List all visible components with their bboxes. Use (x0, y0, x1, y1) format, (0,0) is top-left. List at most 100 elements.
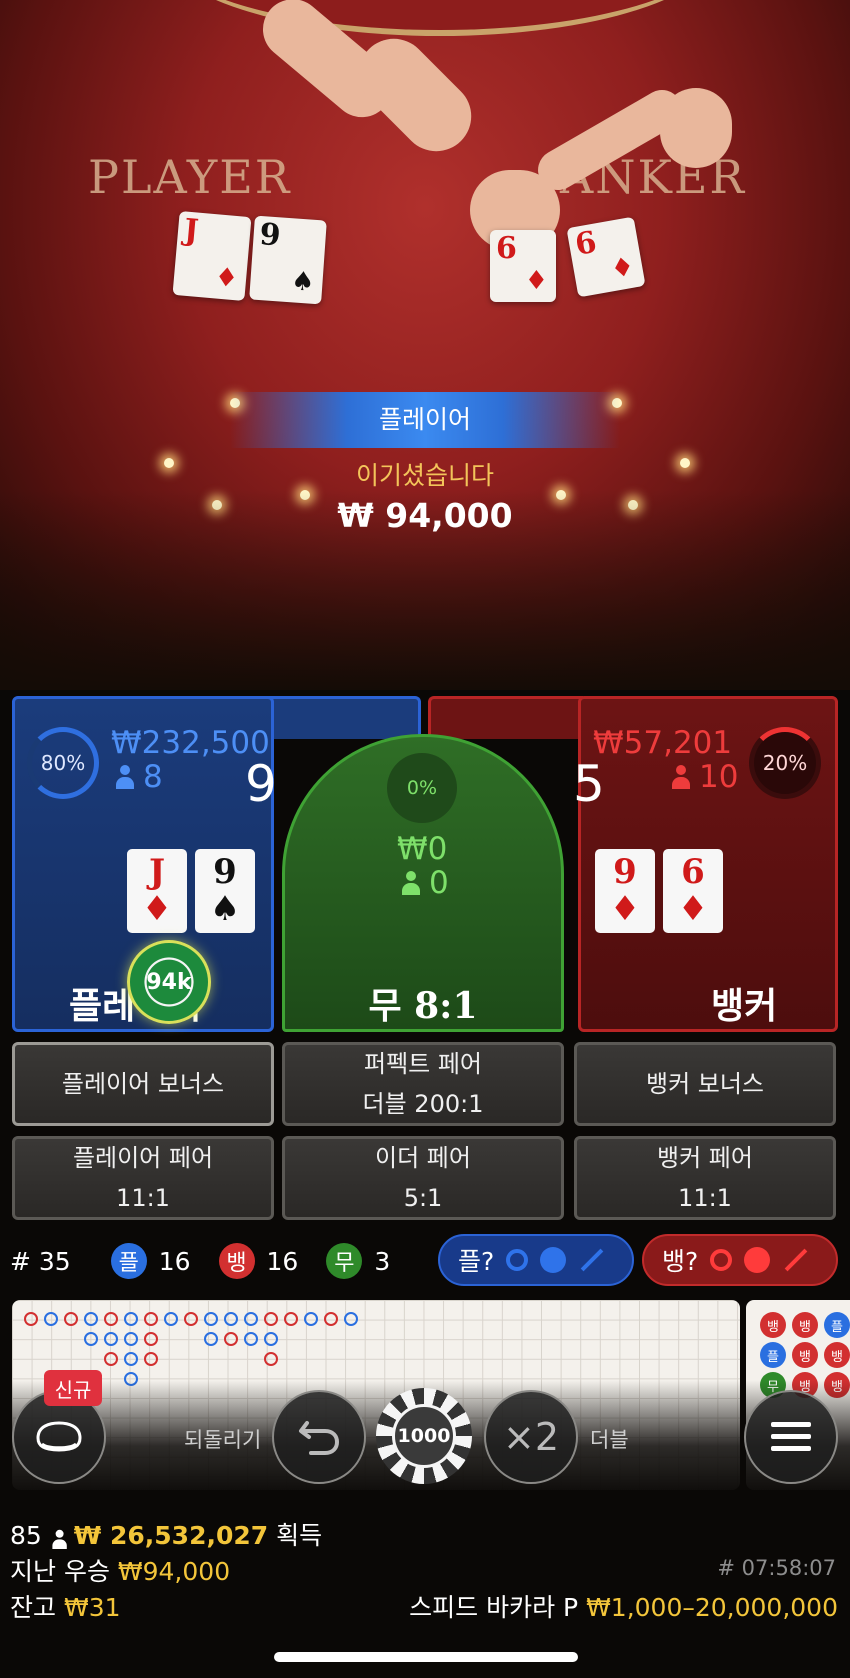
tie-bettor-number: 0 (429, 865, 449, 901)
won-label: 획득 (276, 1521, 323, 1550)
road-player (244, 1312, 258, 1326)
dealer-arm-left-lower (344, 24, 486, 166)
home-indicator[interactable] (274, 1652, 578, 1662)
banker-pair-odds: 11:1 (678, 1184, 732, 1212)
either-pair-label: 이더 페어 (375, 1144, 471, 1172)
banker-pair-button[interactable]: 뱅커 페어 11:1 (574, 1136, 836, 1220)
perfect-pair-button[interactable]: 퍼펙트 페어 더블 200:1 (282, 1042, 564, 1126)
road-banker (64, 1312, 78, 1326)
player-pair-button[interactable]: 플레이어 페어 11:1 (12, 1136, 274, 1220)
player-score: 9 (245, 755, 277, 813)
road-banker (224, 1332, 238, 1346)
tie-bet-spot[interactable]: 0% ₩0 0 무 8:1 (282, 734, 564, 1032)
tie-wins-badge: 무 (326, 1243, 363, 1279)
road-banker (144, 1332, 158, 1346)
road-player (104, 1332, 118, 1346)
road-player (124, 1332, 138, 1346)
chip-value: 1000 (392, 1404, 456, 1468)
road-banker (144, 1352, 158, 1366)
bead-player: 플 (760, 1342, 786, 1368)
player-bettor-count: 8 (115, 759, 163, 795)
last-win-label: 지난 우승 (10, 1557, 110, 1586)
player-predict-button[interactable]: 플? (438, 1234, 634, 1286)
bead-banker: 뱅 (824, 1342, 850, 1368)
road-banker (104, 1312, 118, 1326)
tie-wins-count: 3 (374, 1246, 391, 1276)
either-pair-odds: 5:1 (403, 1184, 443, 1212)
banker-bonus-button[interactable]: 뱅커 보너스 (574, 1042, 836, 1126)
big-eye-icon (710, 1249, 733, 1271)
player-pair-odds: 11:1 (116, 1184, 170, 1212)
road-player (44, 1312, 58, 1326)
undo-button[interactable] (272, 1390, 366, 1484)
road-banker (24, 1312, 38, 1326)
banker-percent-ring: 20% (749, 727, 821, 799)
road-player (84, 1332, 98, 1346)
road-player (204, 1332, 218, 1346)
sparkle (628, 500, 638, 510)
total-won-amount: ₩ 26,532,027 (73, 1521, 269, 1550)
tie-bettor-count: 0 (401, 865, 449, 901)
win-amount: ₩ 94,000 (337, 496, 513, 535)
banker-card-2: 6 ♦ (663, 849, 723, 933)
tie-total-amount: ₩0 (397, 831, 448, 867)
road-player (164, 1312, 178, 1326)
win-message: 이기셨습니다 (355, 461, 494, 490)
person-icon (401, 871, 421, 895)
win-side-label: 플레이어 (230, 392, 620, 448)
table-rim (160, 0, 720, 36)
live-table-video: PLAYER ANKER J ♦ 9 ♠ 6 ♦ 6 ♦ (0, 0, 850, 690)
table-name: 스피드 바카라 P (409, 1593, 579, 1622)
road-banker (284, 1312, 298, 1326)
road-player (304, 1312, 318, 1326)
sparkle (164, 458, 174, 468)
road-banker (264, 1312, 278, 1326)
game-id: # 07:58:07 (717, 1556, 836, 1580)
perfect-pair-odds: 더블 200:1 (362, 1090, 484, 1118)
player-bettor-number: 8 (143, 759, 163, 795)
new-badge: 신규 (44, 1370, 102, 1406)
banker-predict-button[interactable]: 뱅? (642, 1234, 838, 1286)
big-eye-icon (506, 1249, 529, 1271)
menu-button[interactable] (744, 1390, 838, 1484)
road-player (124, 1352, 138, 1366)
banker-bonus-label: 뱅커 보너스 (645, 1070, 765, 1098)
table-card-4: 6 ♦ (566, 216, 646, 298)
players-online: 85 (10, 1521, 42, 1550)
felt-player-label: PLAYER (88, 150, 292, 204)
table-card-1: J ♦ (172, 211, 252, 301)
tie-spot-label: 무 8:1 (368, 985, 478, 1027)
either-pair-button[interactable]: 이더 페어 5:1 (282, 1136, 564, 1220)
balance-amount: ₩31 (63, 1593, 121, 1622)
road-player (344, 1312, 358, 1326)
road-player (224, 1312, 238, 1326)
shoe-stats: # 35 플 16 뱅 16 무 3 (10, 1236, 390, 1286)
banker-bet-spot[interactable]: 20% ₩57,201 10 5 9 ♦ 6 ♦ 뱅커 (573, 696, 838, 1032)
person-icon (51, 1529, 67, 1549)
road-banker (104, 1352, 118, 1366)
double-button[interactable]: ×2 (484, 1390, 578, 1484)
player-pair-label: 플레이어 페어 (72, 1144, 214, 1172)
player-bonus-button[interactable]: 플레이어 보너스 (12, 1042, 274, 1126)
road-player (204, 1312, 218, 1326)
double-label: 더블 (590, 1428, 629, 1452)
player-bonus-label: 플레이어 보너스 (61, 1070, 225, 1098)
player-card-1: J ♦ (127, 849, 187, 933)
road-player (84, 1312, 98, 1326)
table-info: 스피드 바카라 P ₩1,000–20,000,000 (409, 1588, 838, 1624)
player-spot-notch (268, 696, 421, 739)
banker-wins-count: 16 (266, 1246, 299, 1276)
road-banker (144, 1312, 158, 1326)
placed-chip[interactable]: 94k (127, 940, 211, 1024)
bead-player: 플 (824, 1312, 850, 1338)
player-wins-badge: 플 (110, 1243, 147, 1279)
table-card-3: 6 ♦ (490, 230, 556, 302)
banker-score: 5 (573, 755, 605, 813)
banker-spot-notch (428, 696, 583, 739)
chip-selector[interactable]: 1000 (376, 1388, 472, 1484)
cockroach-icon (580, 1248, 604, 1272)
winners-line: 85 ₩ 26,532,027 획득 (10, 1516, 322, 1552)
bead-banker: 뱅 (792, 1342, 818, 1368)
balance-label: 잔고 (10, 1593, 57, 1622)
sparkle (212, 500, 222, 510)
